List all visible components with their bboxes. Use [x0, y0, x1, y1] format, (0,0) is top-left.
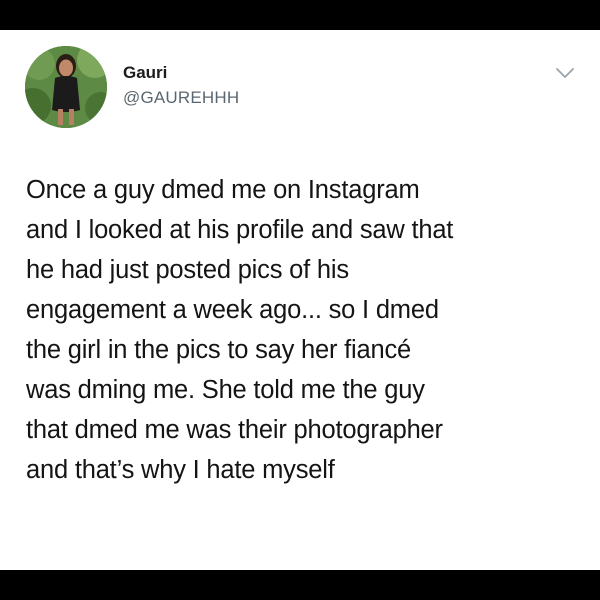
tweet-text-line: Once a guy dmed me on Instagram — [26, 176, 420, 204]
tweet-text-line: and that’s why I hate myself — [26, 456, 335, 484]
tweet-card: Gauri @GAUREHHH Once a guy dmed me on In… — [0, 30, 600, 570]
author-display-name[interactable]: Gauri — [123, 62, 239, 84]
author-handle[interactable]: @GAUREHHH — [123, 87, 239, 109]
tweet-text-line: the girl in the pics to say her fiancé — [26, 336, 412, 364]
tweet-text-line: was dming me. She told me the guy — [26, 376, 425, 404]
avatar[interactable] — [25, 46, 107, 128]
tweet-text-line: engagement a week ago... so I dmed — [26, 296, 439, 324]
avatar-image — [25, 46, 107, 128]
author-names: Gauri @GAUREHHH — [123, 62, 239, 109]
image-frame: Gauri @GAUREHHH Once a guy dmed me on In… — [0, 0, 600, 600]
tweet-text-line: that dmed me was their photographer — [26, 416, 443, 444]
tweet-text-line: and I looked at his profile and saw that — [26, 216, 454, 244]
tweet-text-line: he had just posted pics of his — [26, 256, 349, 284]
chevron-down-icon[interactable] — [554, 66, 576, 80]
tweet-header: Gauri @GAUREHHH — [25, 46, 239, 128]
tweet-text: Once a guy dmed me on Instagram and I lo… — [26, 170, 586, 490]
